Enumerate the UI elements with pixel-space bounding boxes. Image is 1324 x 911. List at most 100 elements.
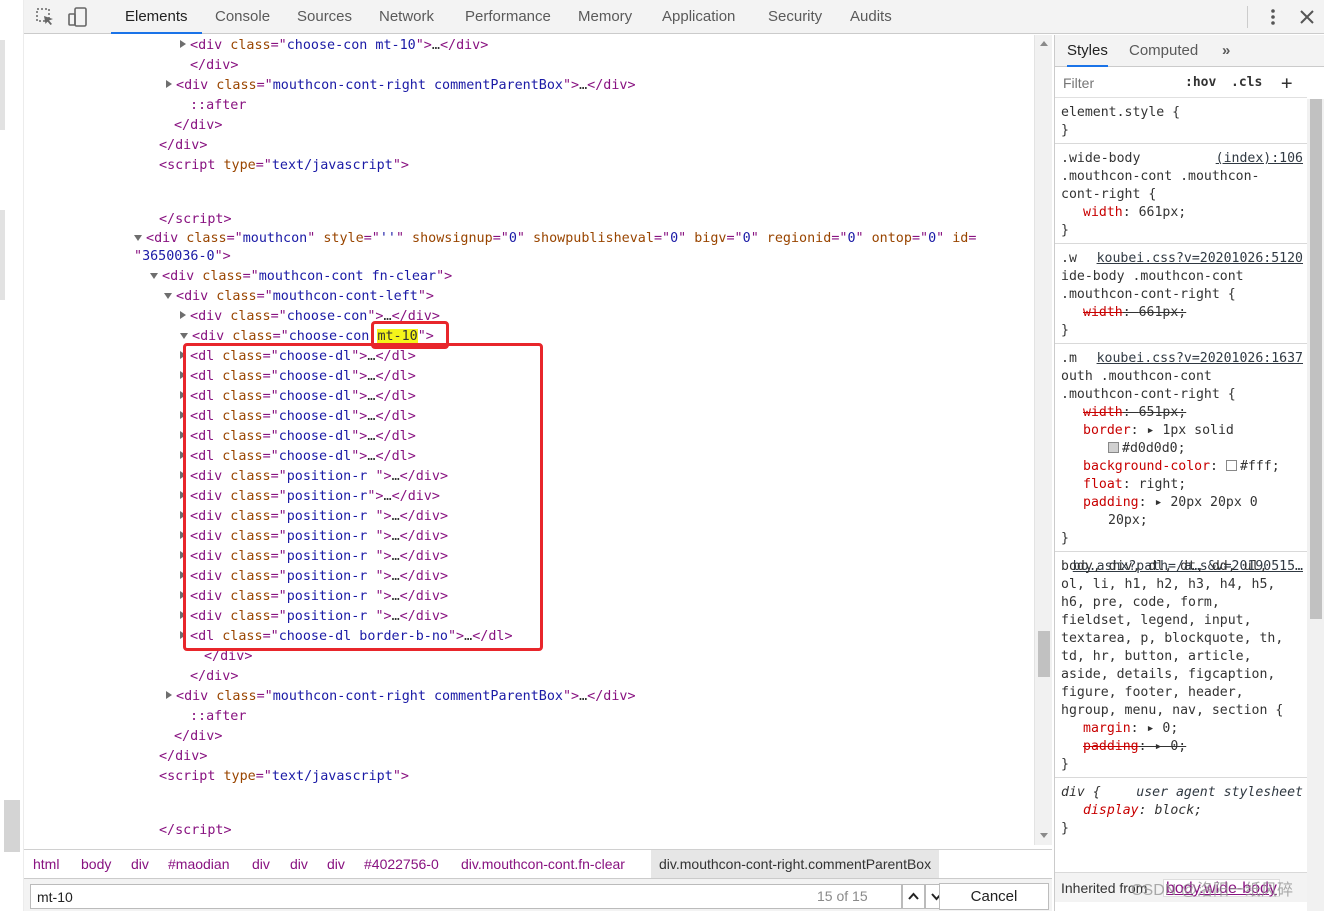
cls-toggle[interactable]: .cls xyxy=(1231,68,1262,98)
expand-triangle-icon[interactable] xyxy=(166,691,172,699)
close-icon[interactable] xyxy=(1296,6,1318,28)
style-line[interactable]: width: 661px; xyxy=(1083,304,1186,322)
breadcrumb-item[interactable]: html xyxy=(33,850,59,878)
expand-triangle-icon[interactable] xyxy=(180,40,186,48)
collapse-triangle-icon[interactable] xyxy=(164,293,172,299)
style-line[interactable]: width: 661px; xyxy=(1083,204,1186,222)
dom-node-line[interactable]: <div class="mouthcon" style="''" showsig… xyxy=(134,229,976,249)
css-property-name[interactable]: width xyxy=(1083,405,1123,420)
style-line[interactable]: padding: ▸ 0; xyxy=(1083,738,1186,756)
dom-node-line[interactable]: </div> xyxy=(174,727,222,747)
breadcrumb-item[interactable]: div xyxy=(252,850,270,878)
rule-source-link[interactable]: koubei.css?v=20201026:5120 xyxy=(1097,250,1303,268)
styles-scrollbar-thumb[interactable] xyxy=(1310,99,1322,619)
collapse-triangle-icon[interactable] xyxy=(150,273,158,279)
breadcrumb-item[interactable]: #maodian xyxy=(168,850,230,878)
breadcrumb-item[interactable]: div.mouthcon-cont.fn-clear xyxy=(461,850,625,878)
search-input[interactable] xyxy=(30,884,902,909)
css-property-value[interactable]: 20px; xyxy=(1108,513,1148,528)
style-line[interactable]: 20px; xyxy=(1108,512,1148,530)
css-property-value[interactable]: ▸ 0; xyxy=(1147,721,1179,736)
tab-performance[interactable]: Performance xyxy=(451,0,565,34)
color-swatch-icon[interactable] xyxy=(1225,460,1237,471)
dom-node-line[interactable]: </div> xyxy=(159,747,207,767)
dom-node-line[interactable]: <div class="choose-con mt-10">…</div> xyxy=(180,36,488,56)
dom-node-line[interactable]: </script> xyxy=(159,821,232,841)
collapse-triangle-icon[interactable] xyxy=(180,333,188,339)
css-property-value[interactable]: right; xyxy=(1139,477,1187,492)
css-property-name[interactable]: margin xyxy=(1083,721,1131,736)
dom-node-line[interactable]: ::after xyxy=(190,707,246,727)
dom-node-line[interactable]: </div> xyxy=(190,667,238,687)
css-property-value[interactable]: #d0d0d0; xyxy=(1122,441,1186,456)
color-swatch-icon[interactable] xyxy=(1108,442,1119,453)
page-scrollbar-thumb[interactable] xyxy=(4,800,20,852)
inspect-element-icon[interactable] xyxy=(34,6,56,28)
scroll-up-icon[interactable] xyxy=(1040,41,1048,46)
tab-styles[interactable]: Styles xyxy=(1067,35,1108,67)
css-property-name[interactable]: display xyxy=(1083,803,1139,818)
css-property-value[interactable]: 651px; xyxy=(1139,405,1187,420)
css-property-name[interactable]: padding xyxy=(1083,739,1139,754)
device-toolbar-icon[interactable] xyxy=(67,6,89,28)
css-property-name[interactable]: float xyxy=(1083,477,1123,492)
style-line[interactable]: float: right; xyxy=(1083,476,1186,494)
dom-node-line[interactable]: </div> xyxy=(190,56,238,76)
style-line[interactable]: #d0d0d0; xyxy=(1108,440,1186,458)
dom-node-line[interactable]: </div> xyxy=(159,136,207,156)
cancel-button[interactable]: Cancel xyxy=(939,883,1049,910)
expand-triangle-icon[interactable] xyxy=(180,311,186,319)
breadcrumb-item[interactable]: div xyxy=(290,850,308,878)
dom-node-line[interactable]: <div class="mouthcon-cont-left"> xyxy=(164,287,434,307)
css-property-value[interactable]: 661px; xyxy=(1139,205,1187,220)
more-tabs-icon[interactable]: » xyxy=(1222,35,1230,67)
search-prev-button[interactable] xyxy=(902,884,925,909)
expand-triangle-icon[interactable] xyxy=(166,80,172,88)
style-line[interactable]: background-color: #fff; xyxy=(1083,458,1280,476)
style-line[interactable]: padding: ▸ 20px 20px 0 xyxy=(1083,494,1258,512)
dom-node-line[interactable]: "3650036-0"> xyxy=(134,247,231,267)
css-property-value[interactable]: #fff; xyxy=(1240,459,1280,474)
css-property-value[interactable]: ▸ 0; xyxy=(1154,739,1186,754)
styles-scrollbar[interactable] xyxy=(1307,99,1324,911)
css-property-value[interactable]: ▸ 1px solid xyxy=(1147,423,1234,438)
rule-source-link[interactable]: koubei.css?v=20201026:1637 xyxy=(1097,350,1303,368)
tab-audits[interactable]: Audits xyxy=(836,0,906,34)
tab-computed[interactable]: Computed xyxy=(1129,35,1198,67)
dom-node-line[interactable]: <script type="text/javascript"> xyxy=(159,156,409,176)
tab-application[interactable]: Application xyxy=(648,0,749,34)
css-property-name[interactable]: width xyxy=(1083,205,1123,220)
breadcrumb-item[interactable]: div xyxy=(131,850,149,878)
css-property-value[interactable]: block; xyxy=(1154,803,1202,818)
breadcrumb-item[interactable]: div.mouthcon-cont-right.commentParentBox xyxy=(651,850,940,878)
dom-node-line[interactable]: </div> xyxy=(174,116,222,136)
breadcrumb-item[interactable]: #4022756-0 xyxy=(364,850,439,878)
style-line[interactable]: display: block; xyxy=(1083,802,1202,820)
style-line[interactable]: border: ▸ 1px solid xyxy=(1083,422,1234,440)
dom-node-line[interactable]: <script type="text/javascript"> xyxy=(159,767,409,787)
collapse-triangle-icon[interactable] xyxy=(134,235,142,241)
css-property-value[interactable]: ▸ 20px 20px 0 xyxy=(1154,495,1257,510)
dom-node-line[interactable]: <div class="mouthcon-cont-right commentP… xyxy=(166,76,636,96)
more-options-icon[interactable] xyxy=(1262,6,1284,28)
dom-node-line[interactable]: ::after xyxy=(190,96,246,116)
tab-sources[interactable]: Sources xyxy=(283,0,366,34)
elements-scrollbar-thumb[interactable] xyxy=(1038,631,1050,677)
dom-node-line[interactable]: <div class="mouthcon-cont-right commentP… xyxy=(166,687,636,707)
css-property-value[interactable]: 661px; xyxy=(1139,305,1187,320)
dom-node-line[interactable]: </script> xyxy=(159,210,232,230)
breadcrumb-item[interactable]: div xyxy=(327,850,345,878)
css-property-name[interactable]: border xyxy=(1083,423,1131,438)
add-rule-icon[interactable]: + xyxy=(1281,68,1292,98)
breadcrumb-item[interactable]: body xyxy=(81,850,111,878)
tab-memory[interactable]: Memory xyxy=(564,0,646,34)
dom-node-line[interactable]: <div class="mouthcon-cont fn-clear"> xyxy=(150,267,452,287)
css-property-name[interactable]: padding xyxy=(1083,495,1139,510)
scroll-down-icon[interactable] xyxy=(1040,833,1048,838)
css-property-name[interactable]: background-color xyxy=(1083,459,1210,474)
elements-scrollbar[interactable] xyxy=(1034,35,1052,845)
style-line[interactable]: margin: ▸ 0; xyxy=(1083,720,1178,738)
style-line[interactable]: width: 651px; xyxy=(1083,404,1186,422)
tab-console[interactable]: Console xyxy=(201,0,284,34)
rule-source-link[interactable]: (index):106 xyxy=(1216,150,1303,168)
